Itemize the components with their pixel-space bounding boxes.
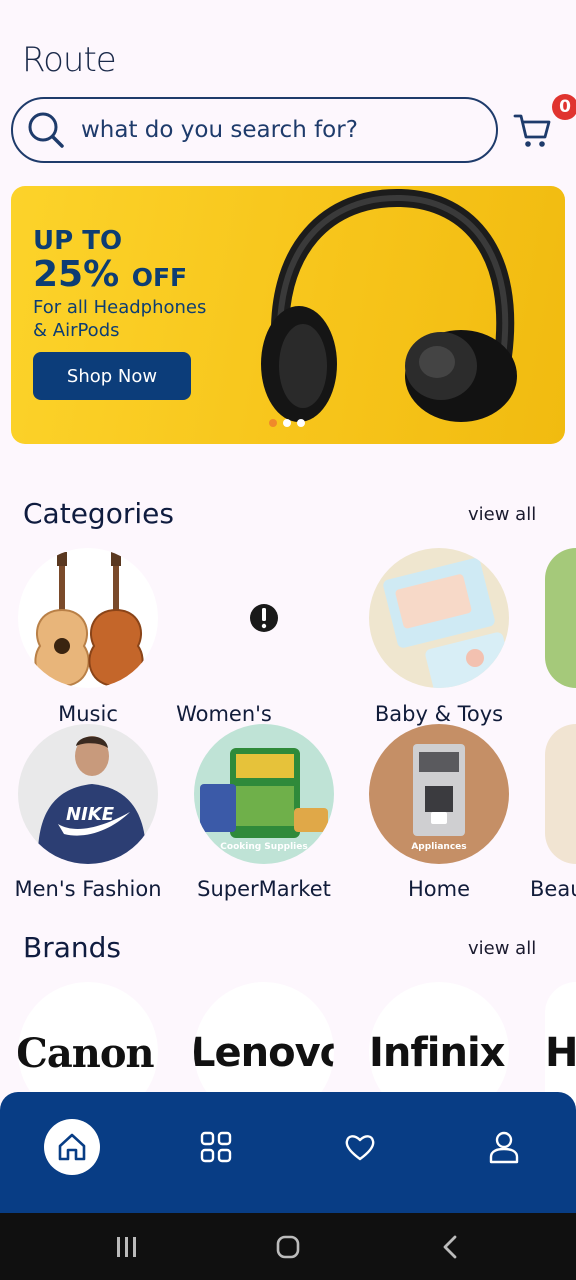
category-label: Music xyxy=(58,702,118,726)
categories-title: Categories xyxy=(23,497,174,530)
category-label: SuperMarket xyxy=(197,877,331,901)
category-label: Home xyxy=(407,877,470,901)
brand-name: Lenovo xyxy=(194,1030,334,1076)
diapers-icon xyxy=(383,558,509,688)
category-label: Women's xyxy=(176,702,272,726)
category-supermarket-image[interactable]: Cooking Supplies xyxy=(194,724,334,864)
search-icon xyxy=(28,112,64,148)
category-image-caption: Appliances xyxy=(411,842,467,852)
pagination-dot[interactable] xyxy=(283,419,291,427)
category-music-image[interactable] xyxy=(18,548,158,688)
search-placeholder: what do you search for? xyxy=(81,117,358,143)
home-icon xyxy=(58,1133,86,1161)
category-label: Baby & Toys xyxy=(374,702,504,726)
heart-icon[interactable] xyxy=(343,1130,377,1164)
brand-name: HO xyxy=(545,1030,576,1076)
cart-icon[interactable] xyxy=(512,110,552,150)
home-system-icon[interactable] xyxy=(275,1234,301,1260)
brand-name: Canon xyxy=(18,1030,155,1077)
brands-view-all-link[interactable]: view all xyxy=(468,938,536,959)
cart-count-badge: 0 xyxy=(552,94,576,120)
pagination-dot[interactable] xyxy=(297,419,305,427)
headphones-image xyxy=(261,188,517,422)
banner-line2: 25% OFF xyxy=(33,254,187,295)
category-womens-image[interactable] xyxy=(194,548,334,688)
svg-text:NIKE: NIKE xyxy=(66,804,115,825)
banner-percent: 25% xyxy=(33,254,120,295)
brands-title: Brands xyxy=(23,931,121,964)
profile-icon[interactable] xyxy=(487,1130,521,1164)
shop-now-button[interactable]: Shop Now xyxy=(33,352,191,400)
category-label: Men's Fashion xyxy=(14,877,162,901)
banner-line3: For all Headphones xyxy=(33,297,207,318)
back-icon[interactable] xyxy=(440,1235,460,1259)
categories-view-all-link[interactable]: view all xyxy=(468,504,536,525)
category-baby-toys-image[interactable] xyxy=(369,548,509,688)
category-image-caption: Cooking Supplies xyxy=(220,842,308,852)
banner-line1: UP TO xyxy=(33,226,123,256)
nav-home-button[interactable] xyxy=(44,1119,100,1175)
category-beauty-image[interactable] xyxy=(545,724,576,864)
banner-pagination xyxy=(269,419,305,427)
error-icon xyxy=(250,604,278,632)
category-mens-fashion-image[interactable]: NIKE xyxy=(18,724,158,864)
banner-off: OFF xyxy=(131,263,188,292)
pagination-dot[interactable] xyxy=(269,419,277,427)
system-navigation-bar xyxy=(0,1213,576,1280)
grid-icon[interactable] xyxy=(199,1130,233,1164)
banner-line4: & AirPods xyxy=(33,320,120,341)
hoodie-person-icon: NIKE xyxy=(37,736,147,864)
banner-subtitle: For all Headphones & AirPods xyxy=(33,296,206,342)
guitar-icon xyxy=(34,552,144,688)
category-label: Beau xyxy=(530,877,576,901)
recent-apps-icon[interactable] xyxy=(114,1235,140,1259)
brand-name: Infinix xyxy=(369,1030,505,1076)
search-bar[interactable]: what do you search for? xyxy=(11,97,498,163)
bottom-navigation xyxy=(0,1092,576,1214)
category-partial-image[interactable] xyxy=(545,548,576,688)
promo-banner[interactable]: UP TO 25% OFF For all Headphones & AirPo… xyxy=(11,186,565,444)
category-home-image[interactable]: Appliances xyxy=(369,724,509,864)
app-logo: Route xyxy=(22,40,117,80)
